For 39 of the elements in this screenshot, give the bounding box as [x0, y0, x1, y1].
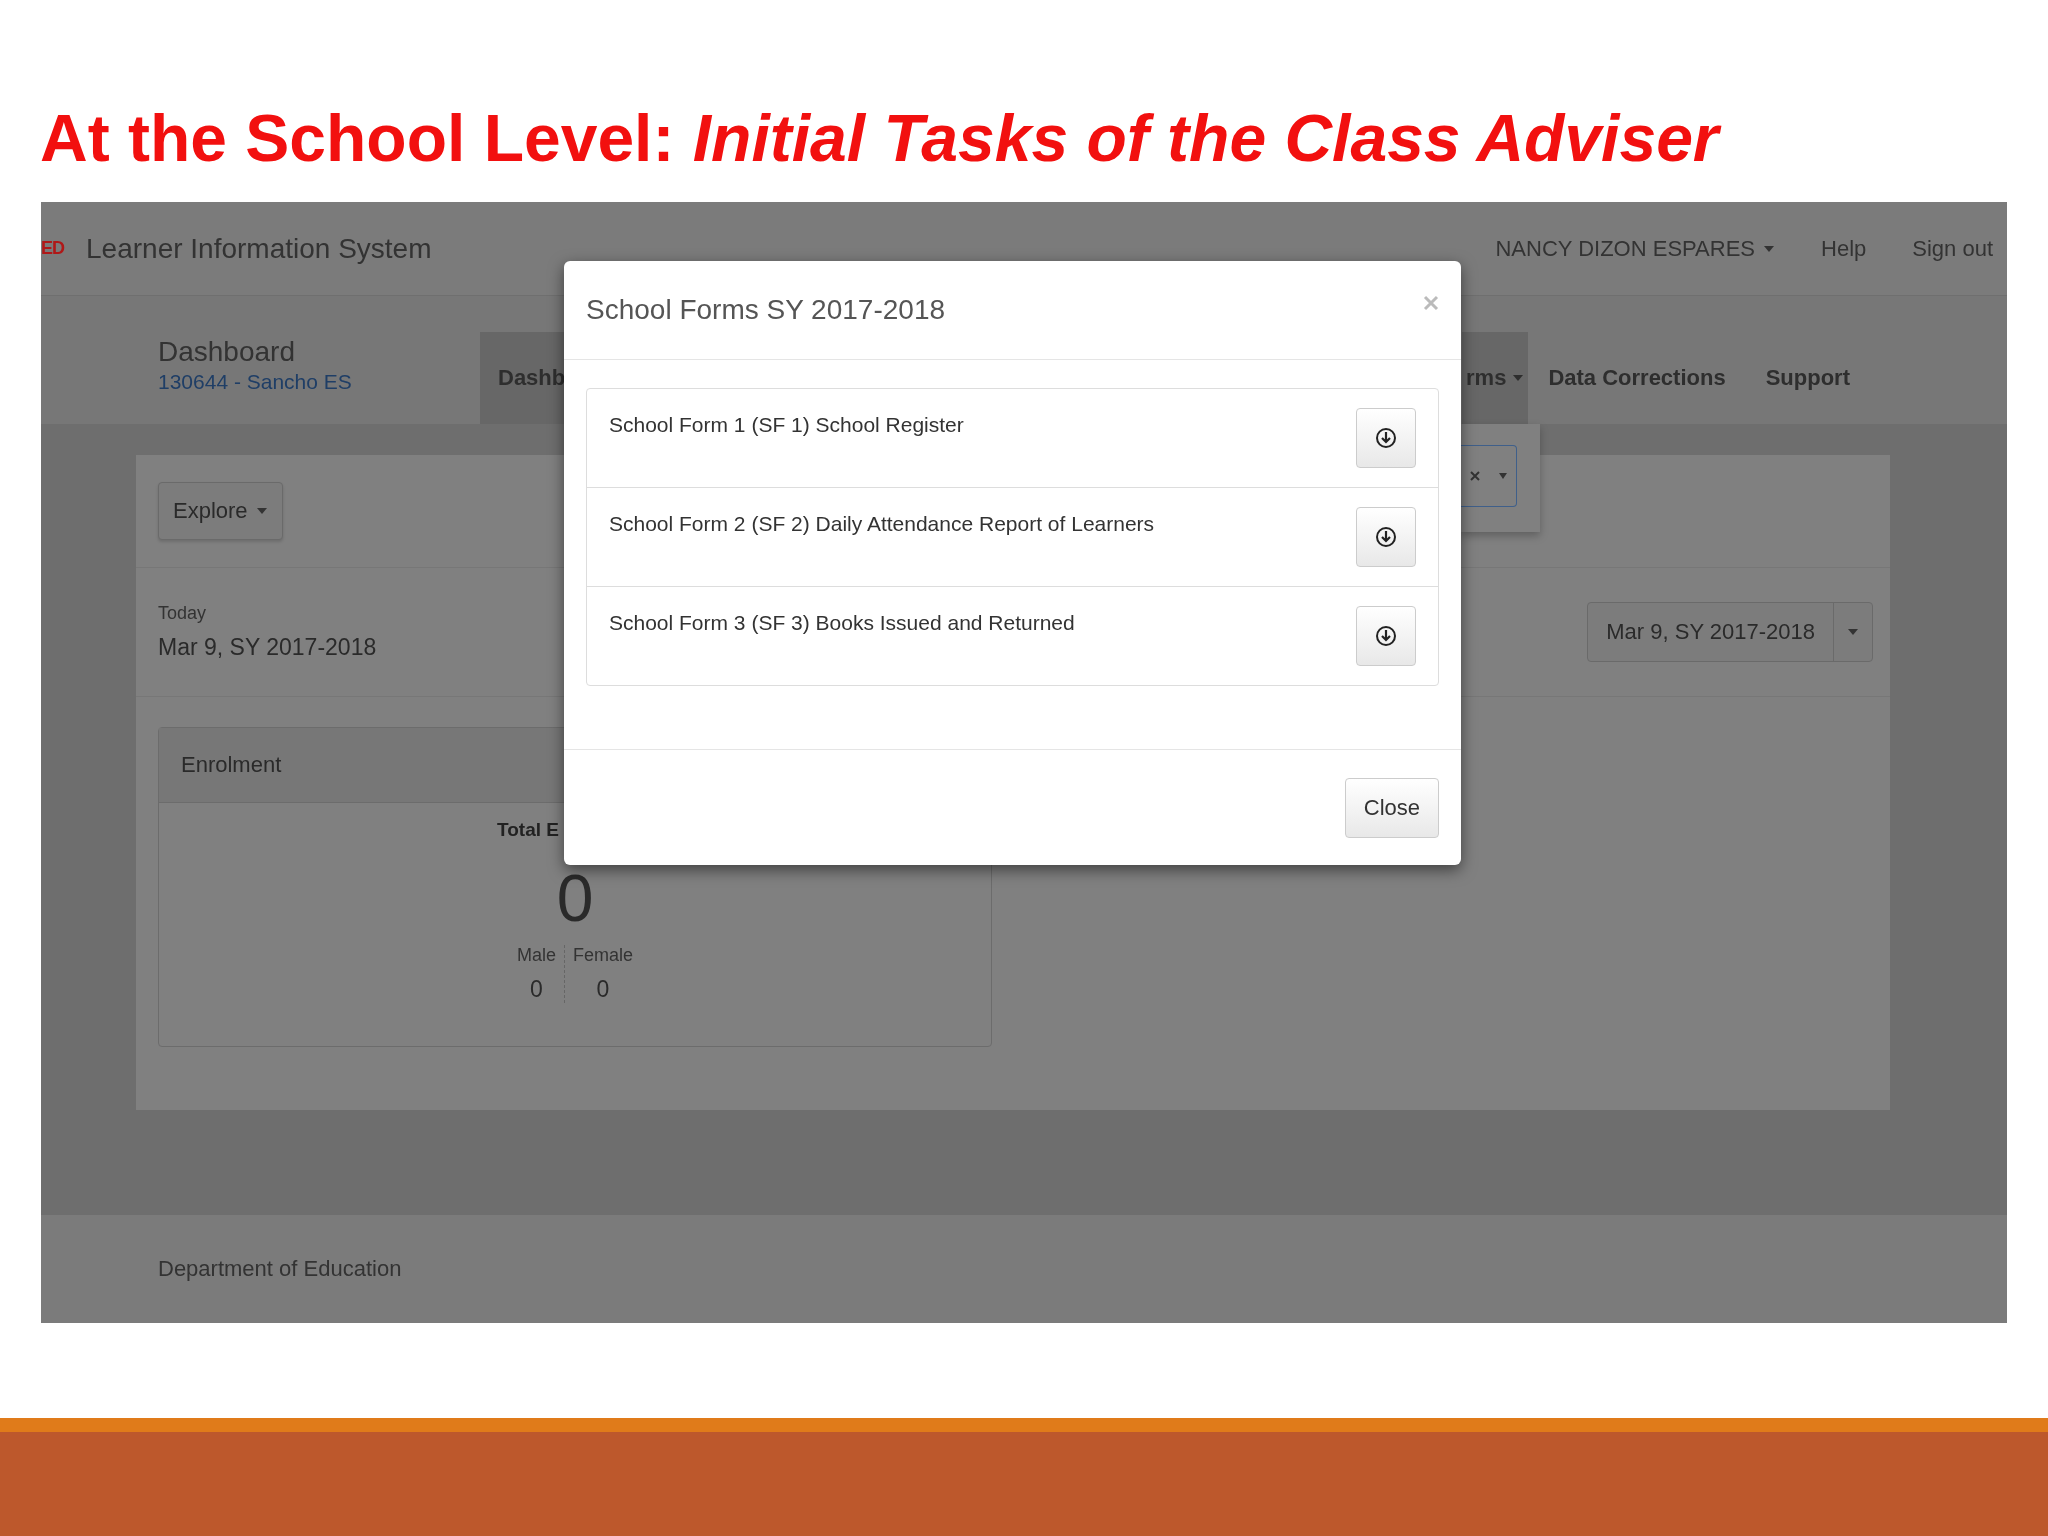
- form-name: School Form 1 (SF 1) School Register: [609, 413, 964, 437]
- nav-tab[interactable]: Dashb: [480, 332, 566, 424]
- modal-title: School Forms SY 2017-2018: [586, 294, 946, 326]
- close-icon: [1423, 295, 1439, 311]
- nav-tab[interactable]: Support: [1745, 332, 1870, 424]
- logo: ED: [41, 238, 64, 259]
- male-count: 0: [530, 976, 543, 1003]
- download-icon: [1375, 625, 1397, 647]
- user-menu[interactable]: NANCY DIZON ESPARES: [1495, 235, 1775, 262]
- top-link[interactable]: Help: [1821, 235, 1867, 262]
- footer-text: Department of Education: [158, 1256, 402, 1282]
- caret-icon: [1763, 244, 1775, 253]
- nav-tab[interactable]: Data Corrections: [1528, 332, 1746, 424]
- close-button[interactable]: [1423, 295, 1439, 311]
- caret-icon: [1847, 628, 1859, 636]
- download-icon: [1375, 427, 1397, 449]
- caret-icon: [1498, 473, 1507, 479]
- form-name: School Form 2 (SF 2) Daily Attendance Report of Learners: [609, 512, 1155, 536]
- form-name: School Form 3 (SF 3) Books Issued and Returned: [609, 611, 1075, 635]
- female-count: 0: [596, 976, 610, 1003]
- today-date: Mar 9, SY 2017-2018: [158, 634, 377, 661]
- explore-button[interactable]: Explore: [158, 482, 283, 540]
- app-name: Learner Information System: [86, 232, 432, 265]
- school-name: 130644 - Sancho ES: [158, 370, 353, 394]
- download-button[interactable]: [1356, 507, 1416, 567]
- total-count: 0: [556, 865, 594, 931]
- today-label: Today: [158, 603, 208, 624]
- nav-tab[interactable]: rms: [1462, 332, 1529, 424]
- total-label: Total E: [497, 819, 560, 841]
- download-icon: [1375, 526, 1397, 548]
- caret-icon: [255, 507, 268, 515]
- male-label: Male: [516, 945, 556, 966]
- female-label: Female: [573, 945, 633, 966]
- download-button[interactable]: [1356, 408, 1416, 468]
- top-link[interactable]: Sign out: [1912, 235, 1993, 262]
- close-button[interactable]: Close: [1344, 777, 1439, 838]
- clear-icon[interactable]: [1470, 471, 1481, 481]
- download-button[interactable]: [1356, 606, 1416, 666]
- page-title: Dashboard: [158, 336, 296, 368]
